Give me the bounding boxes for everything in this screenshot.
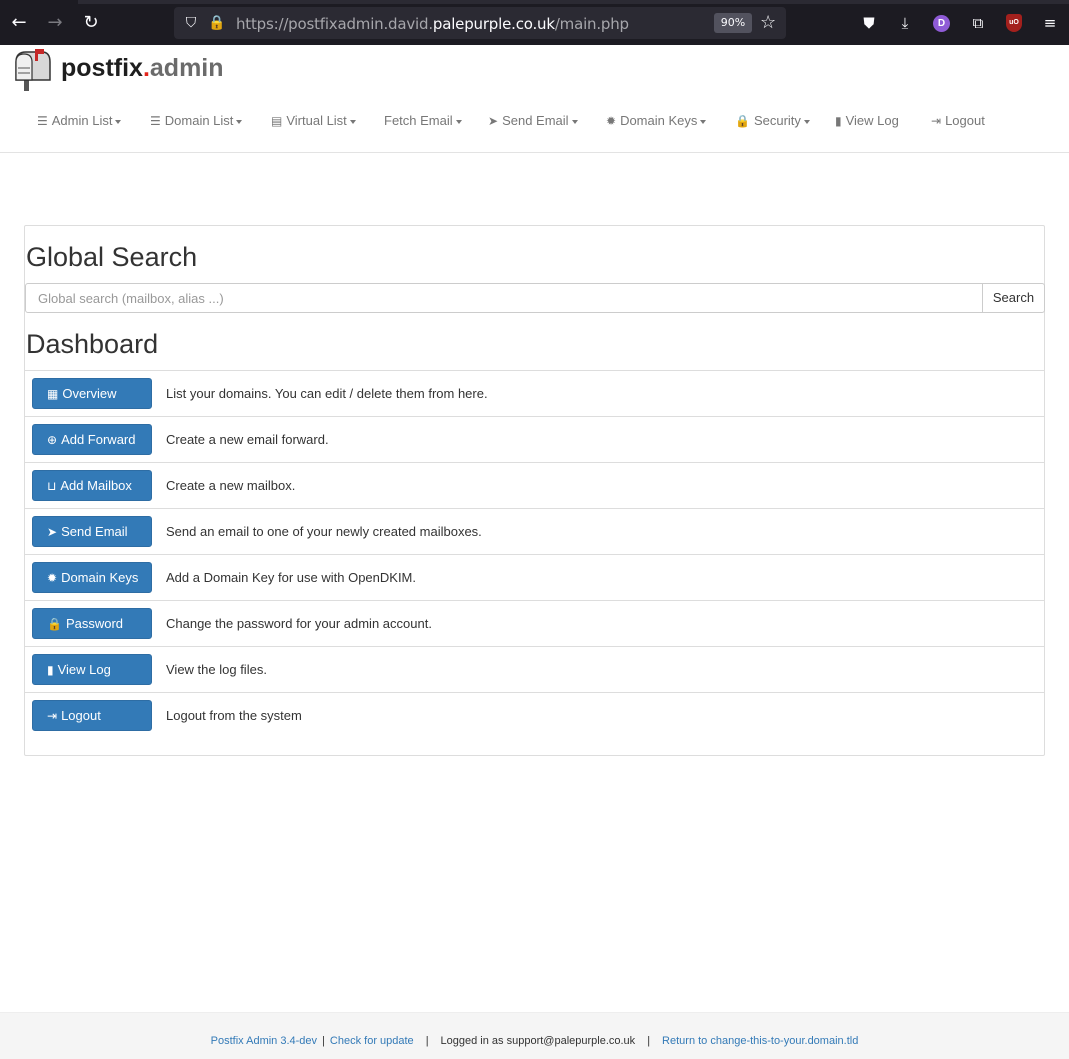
view-log-button[interactable]: ▮ View Log bbox=[32, 654, 152, 685]
logo-text: postfix.admin bbox=[61, 54, 224, 82]
lock-icon[interactable]: 🔒 bbox=[208, 14, 226, 32]
caret-down-icon bbox=[455, 119, 462, 124]
check-update-link[interactable]: Check for update bbox=[330, 1035, 414, 1047]
nav-send-email[interactable]: ➤ Send Email bbox=[488, 113, 578, 128]
address-bar[interactable]: ⛉ 🔒 https://postfixadmin.david.palepurpl… bbox=[174, 7, 786, 39]
main-navbar: ☰ Admin List ☰ Domain List ▤ Virtual List F… bbox=[0, 100, 1069, 153]
plus-circle-icon: ⊕ bbox=[47, 433, 58, 447]
caret-down-icon bbox=[349, 119, 356, 124]
certificate-icon: ✹ bbox=[606, 114, 617, 128]
th-large-icon: ▦ bbox=[47, 387, 59, 401]
row-description: List your domains. You can edit / delete… bbox=[166, 386, 488, 401]
menu-icon[interactable]: ≡ bbox=[1039, 12, 1061, 34]
search-button[interactable]: Search bbox=[982, 283, 1045, 313]
caret-down-icon bbox=[571, 119, 578, 124]
caret-down-icon bbox=[236, 119, 243, 124]
global-search-heading: Global Search bbox=[26, 242, 198, 272]
inbox-icon: ⊔ bbox=[47, 479, 57, 493]
zoom-level-badge[interactable]: 90% bbox=[714, 13, 752, 33]
logout-button[interactable]: ⇥ Logout bbox=[32, 700, 152, 731]
shield-icon[interactable]: ⛉ bbox=[182, 14, 200, 32]
list-icon: ☰ bbox=[150, 114, 161, 128]
domain-keys-button[interactable]: ✹ Domain Keys bbox=[32, 562, 152, 593]
logout-icon: ⇥ bbox=[931, 114, 942, 128]
browser-toolbar: ← → ↻ ⛉ 🔒 https://postfixadmin.david.pal… bbox=[0, 0, 1069, 45]
list-alt-icon: ▤ bbox=[271, 114, 283, 128]
nav-logout[interactable]: ⇥ Logout bbox=[931, 113, 985, 128]
file-icon: ▮ bbox=[47, 663, 54, 677]
pocket-icon[interactable]: ⛊ bbox=[858, 12, 880, 34]
bookmark-star-icon[interactable]: ☆ bbox=[760, 12, 776, 33]
caret-down-icon bbox=[803, 119, 810, 124]
table-row: ➤ Send Email Send an email to one of your… bbox=[25, 508, 1044, 554]
send-icon: ➤ bbox=[47, 525, 58, 539]
send-icon: ➤ bbox=[488, 114, 499, 128]
main-panel: Global Search Search Dashboard ▦Overview… bbox=[24, 225, 1045, 756]
forward-icon[interactable]: → bbox=[44, 12, 66, 34]
certificate-icon: ✹ bbox=[47, 571, 58, 585]
table-row: 🔒 Password Change the password for your a… bbox=[25, 600, 1044, 646]
postfixadmin-logo[interactable]: postfix.admin bbox=[10, 48, 250, 92]
row-description: Logout from the system bbox=[166, 708, 302, 723]
nav-domain-list[interactable]: ☰ Domain List bbox=[150, 113, 243, 128]
list-icon: ☰ bbox=[37, 114, 48, 128]
nav-fetch-email[interactable]: Fetch Email bbox=[384, 113, 462, 128]
global-search-input[interactable] bbox=[25, 283, 983, 313]
caret-down-icon bbox=[115, 119, 122, 124]
mailbox-icon bbox=[15, 49, 51, 91]
lock-icon: 🔒 bbox=[735, 114, 750, 128]
logged-in-text: Logged in as support@palepurple.co.uk bbox=[440, 1035, 636, 1047]
file-icon: ▮ bbox=[835, 114, 842, 128]
nav-domain-keys[interactable]: ✹ Domain Keys bbox=[606, 113, 707, 128]
nav-view-log[interactable]: ▮ View Log bbox=[835, 113, 899, 128]
return-link[interactable]: Return to change-this-to-your.domain.tld bbox=[662, 1035, 858, 1047]
caret-down-icon bbox=[700, 119, 707, 124]
lock-icon: 🔒 bbox=[47, 617, 62, 631]
table-row: ▦ Overview List your domains. You can edi… bbox=[25, 370, 1044, 416]
ublock-icon[interactable]: uO bbox=[1006, 14, 1022, 32]
row-description: Add a Domain Key for use with OpenDKIM. bbox=[166, 570, 417, 585]
extensions-icon[interactable]: ⧉ bbox=[967, 12, 989, 34]
url-text[interactable]: https://postfixadmin.david.palepurple.co… bbox=[236, 15, 629, 33]
page-footer: Postfix Admin 3.4-dev | Check for update | L… bbox=[0, 1012, 1069, 1059]
tab-strip bbox=[0, 0, 1069, 4]
version-link[interactable]: Postfix Admin 3.4-dev bbox=[211, 1035, 317, 1047]
nav-admin-list[interactable]: ☰ Admin List bbox=[37, 113, 122, 128]
dashboard-table: ▦ Overview List your domains. You can edi… bbox=[25, 370, 1044, 738]
footer-line: Postfix Admin 3.4-dev | Check for update | L… bbox=[210, 1035, 859, 1047]
row-description: Create a new email forward. bbox=[166, 432, 329, 447]
row-description: View the log files. bbox=[166, 662, 267, 677]
row-description: Send an email to one of your newly creat… bbox=[166, 524, 482, 539]
row-description: Create a new mailbox. bbox=[166, 478, 296, 493]
table-row: ⇥ Logout Logout from the system bbox=[25, 692, 1044, 738]
dashboard-heading: Dashboard bbox=[26, 329, 159, 359]
password-button[interactable]: 🔒 Password bbox=[32, 608, 152, 639]
table-row: ▮ View Log View the log files. bbox=[25, 646, 1044, 692]
table-row: ✹ Domain Keys Add a Domain Key for use wi… bbox=[25, 554, 1044, 600]
nav-security[interactable]: 🔒 Security bbox=[735, 113, 810, 128]
add-mailbox-button[interactable]: ⊔ Add Mailbox bbox=[32, 470, 152, 501]
nav-virtual-list[interactable]: ▤ Virtual List bbox=[271, 113, 356, 128]
table-row: ⊕ Add Forward Create a new email forward. bbox=[25, 416, 1044, 462]
reload-icon[interactable]: ↻ bbox=[80, 12, 102, 34]
row-description: Change the password for your admin accou… bbox=[166, 616, 432, 631]
download-icon[interactable]: ⤓ bbox=[894, 12, 916, 34]
overview-button[interactable]: ▦ Overview bbox=[32, 378, 152, 409]
logout-icon: ⇥ bbox=[47, 709, 58, 723]
send-email-button[interactable]: ➤ Send Email bbox=[32, 516, 152, 547]
add-forward-button[interactable]: ⊕ Add Forward bbox=[32, 424, 152, 455]
table-row: ⊔ Add Mailbox Create a new mailbox. bbox=[25, 462, 1044, 508]
back-icon[interactable]: ← bbox=[8, 12, 30, 34]
profile-avatar[interactable]: D bbox=[933, 15, 950, 32]
